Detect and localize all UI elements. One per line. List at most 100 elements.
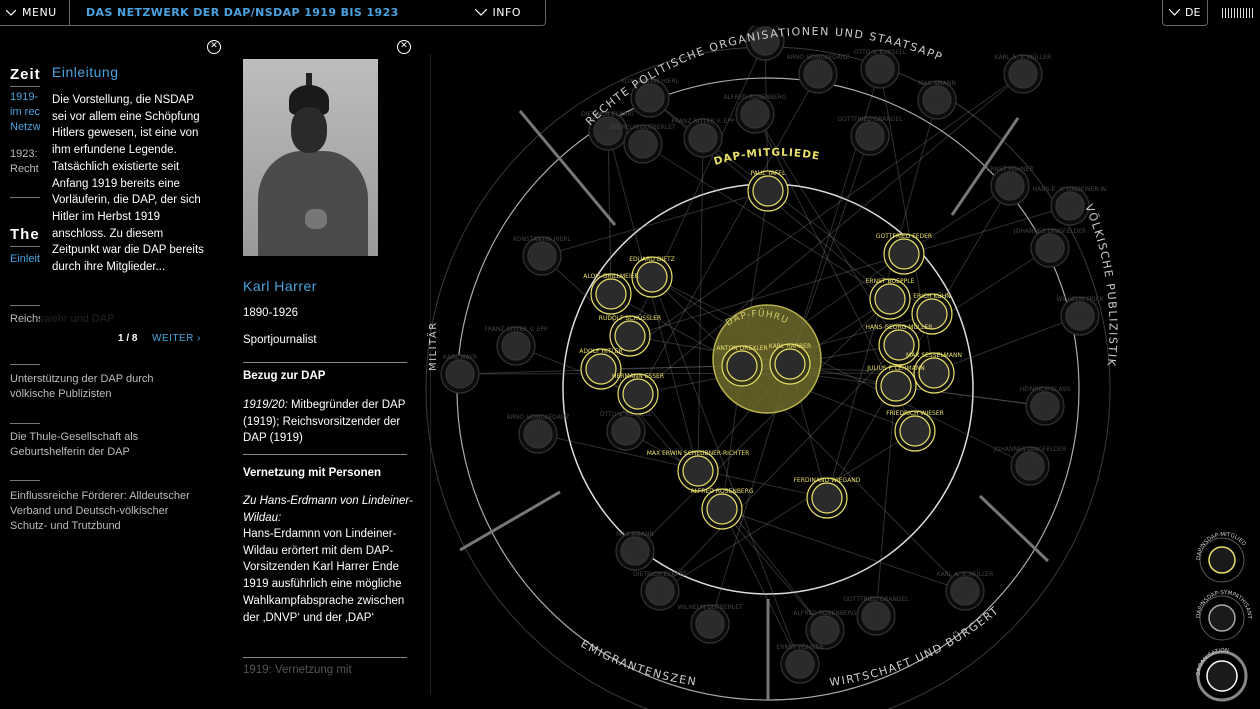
sidebar-text-2: Recht [10,163,39,175]
member-node[interactable]: JULIUS F. LEHMANN [866,365,925,407]
menu-button[interactable]: MENU [0,0,70,26]
outer-node[interactable]: WILHELM FRICK [1056,296,1105,336]
sidebar-item-publizisten-2[interactable]: völkische Publizisten [10,387,112,402]
close-icon[interactable]: ✕ [397,40,411,54]
intro-title: Einleitung [52,64,119,80]
label-left: MILITÄR [426,321,439,371]
outer-node[interactable]: OTTO V. KURSELL [600,411,653,451]
outer-node[interactable]: FRANZ RITTER V. EPP [671,118,735,158]
node-label: GOTTFRIED GRANDEL [837,116,903,123]
center-member-node[interactable]: KARL HARRER [769,343,811,385]
outer-node[interactable]: GOTTFRIED GRANDEL [837,116,903,156]
node-label: HEINRICH CLASS [1020,386,1071,393]
divider [10,197,40,198]
outer-node[interactable]: ARNO SCHICKEDANZ [507,414,570,454]
node-label: MAX SESSELMANN [906,352,962,359]
intro-panel: Einleitung Die Vorstellung, die NSDAP se… [40,58,205,358]
person-years: 1890-1926 [243,307,298,319]
member-node[interactable]: MAX ERWIN SCHEUBNER-RICHTER [647,450,750,492]
section-text-dap: 1919/20: Mitbegründer der DAP (1919); Re… [243,397,411,447]
chevron-down-icon [1169,9,1180,16]
sidebar-link-einleitung[interactable]: Einleit [10,252,40,267]
sidebar-heading-zeit: Zeit [10,66,41,83]
outer-node[interactable]: ARNO SCHICKEDANZ [787,54,850,94]
outer-node[interactable]: ERNST PÖHNER [776,644,824,684]
intro-text: Die Vorstellung, die NSDAP sei vor allem… [52,94,204,274]
outer-node[interactable]: OTTO V. KURSELL [854,49,907,89]
close-icon[interactable]: ✕ [207,40,221,54]
section-title-network: Vernetzung mit Personen [243,467,382,479]
outer-node[interactable]: ALFRED ROSENBERG [723,94,787,134]
outer-node[interactable]: JOHANNES DINGFELDER [993,446,1066,486]
sidebar-link-3[interactable]: Netzw [10,120,41,135]
node-label: PAUL TAFEL [751,170,787,177]
person-panel: Karl Harrer 1890-1926 Sportjournalist Be… [230,40,431,709]
info-button[interactable]: INFO [474,6,545,19]
menu-label: MENU [22,6,57,19]
chevron-down-icon [474,9,487,16]
legend-item-organisation[interactable]: ORGANISATION [1196,648,1248,702]
node-label: WILHELM GUTBERLET [677,604,743,611]
node-label: ALFRED ROSENBERG [793,610,856,617]
legend[interactable]: DAP/NSDAP-MITGLIED DAP/NSDAP-SYMPATHISAN… [1192,530,1260,709]
sidebar-link-1[interactable]: 1919- [10,90,38,105]
next-button[interactable]: WEITER › [152,333,201,344]
sidebar-link-2[interactable]: im rec [10,105,40,120]
sidebar-item-foerderer-1[interactable]: Einflussreiche Förderer: Alldeutscher [10,489,190,504]
outer-node[interactable]: HEINRICH CLASS [1020,386,1071,426]
outer-node[interactable]: WILHELM GUTBERLET [677,604,743,644]
outer-node[interactable]: MAX AMANN [917,80,957,120]
divider [10,364,40,365]
person-profession: Sportjournalist [243,334,317,346]
member-node[interactable]: ALOIS GRILLMEIER [583,273,639,315]
section-title-dap: Bezug zur DAP [243,370,326,382]
person-name: Karl Harrer [243,278,317,294]
label-right: VÖLKISCHE PUBLIZISTIK [1082,202,1119,368]
outer-node[interactable]: ERNST PÖHNER [986,166,1034,206]
node-label: MAX AMANN [918,80,956,87]
volume-icon[interactable] [1222,8,1254,18]
member-node[interactable]: HERMANN ESSER [612,373,664,415]
sidebar-item-foerderer-2[interactable]: Verband und Deutsch-völkischer [10,504,168,519]
person-photo [243,59,378,256]
faded-text: 1919: Vernetzung mit [243,664,352,676]
sidebar-text-1: 1923: [10,148,38,160]
node-label: ERICH KÜHN [913,293,951,300]
node-label: ARNO SCHICKEDANZ [507,414,570,421]
page-title: DAS NETZWERK DER DAP/NSDAP 1919 BIS 1923 [86,6,399,19]
node-label: FRANZ RITTER V. EPP [671,118,735,125]
outer-node[interactable]: KARL MAYR [440,354,480,394]
node-label: WILHELM GUTBERLET [610,124,676,131]
legend-item-sympathisant[interactable]: DAP/NSDAP-SYMPATHISANT [1196,590,1252,641]
node-label: GOTTFRIED GRANDEL [843,596,909,603]
outer-node[interactable]: KONSTANTIN HIERL [513,236,572,276]
node-label: FRANZ RITTER V. EPP [484,326,548,333]
member-node[interactable]: FERDINAND WIEGAND [794,477,861,519]
sidebar-item-thule-2[interactable]: Geburtshelferin der DAP [10,445,130,460]
member-node[interactable]: ADOLF HITLER [579,348,623,390]
member-node[interactable]: FRIEDRICH WIESER [886,410,944,452]
network-graph[interactable]: KONSTANTIN HIERL FRANZ RITTER V. EPP KARL … [420,26,1260,709]
outer-node[interactable]: JOHANNES DINGFELDER [1013,228,1086,268]
member-node[interactable]: PAUL TAFEL [747,170,789,212]
outer-node[interactable]: KARL A. V. MÜLLER [995,54,1052,94]
chevron-down-icon [6,9,16,16]
node-label: RUDOLF SCHÜSSLER [599,315,661,322]
node-label: MAX ERWIN SCHEUBNER-RICHTER [647,450,750,457]
sidebar-item-thule-1[interactable]: Die Thule-Gesellschaft als [10,430,138,445]
outer-node[interactable]: MAX AMANN [615,531,655,571]
divider [243,362,407,363]
sidebar-item-publizisten-1[interactable]: Unterstützung der DAP durch [10,372,153,387]
node-label: GOTTFRIED FEDER [876,233,932,240]
outer-node[interactable]: FRANZ RITTER V. EPP [484,326,548,366]
outer-node[interactable]: KARL A. V. MÜLLER [937,571,994,611]
member-node[interactable]: ERNST BOEPPLE [866,278,915,320]
node-label: ERNST PÖHNER [986,166,1033,173]
language-select[interactable]: DE [1162,0,1208,26]
sidebar-item-foerderer-3[interactable]: Schutz- und Trutzbund [10,519,121,534]
legend-item-member[interactable]: DAP/NSDAP-MITGLIED [1196,532,1247,583]
divider [243,454,407,455]
member-node[interactable]: ALFRED ROSENBERG [690,488,754,530]
node-label: ARNO SCHICKEDANZ [787,54,850,61]
node-label: FRIEDRICH WIESER [886,410,944,417]
